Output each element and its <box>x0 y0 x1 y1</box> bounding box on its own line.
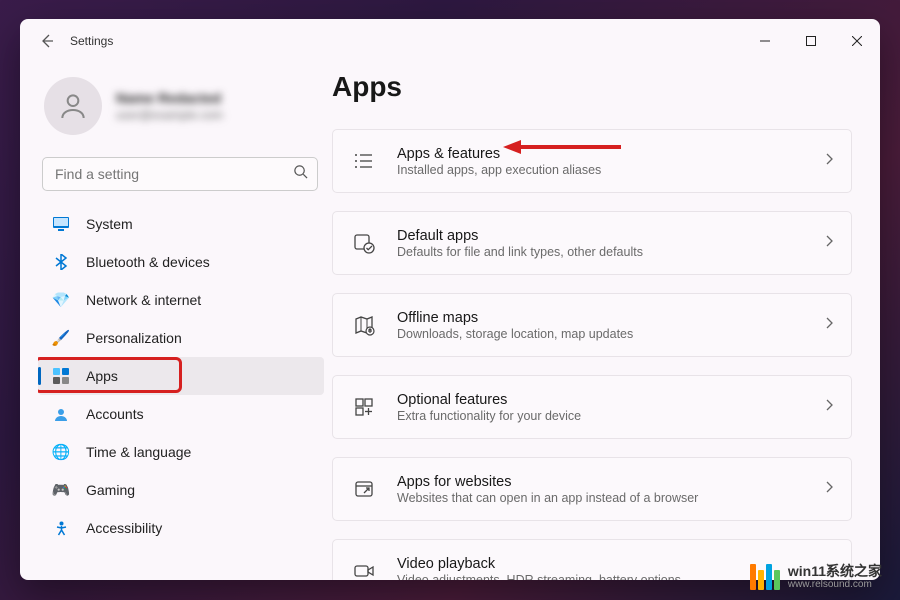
card-title: Offline maps <box>397 310 825 326</box>
card-text: Apps for websites Websites that can open… <box>397 474 825 505</box>
profile-block[interactable]: Name Redacted user@example.com <box>38 73 326 151</box>
sidebar-item-accessibility[interactable]: Accessibility <box>38 509 324 547</box>
accessibility-icon <box>52 519 70 537</box>
settings-window: Settings Name Redacted user@example.com <box>20 19 880 580</box>
wifi-icon: 💎 <box>52 291 70 309</box>
chevron-right-icon <box>825 234 833 252</box>
card-optional-features[interactable]: Optional features Extra functionality fo… <box>332 375 852 439</box>
map-icon <box>351 312 377 338</box>
watermark: win11系统之家 www.relsound.com <box>750 564 882 590</box>
apps-icon <box>52 367 70 385</box>
bluetooth-icon <box>52 253 70 271</box>
sidebar-item-time[interactable]: 🌐 Time & language <box>38 433 324 471</box>
search-input[interactable] <box>42 157 318 191</box>
accounts-icon <box>52 405 70 423</box>
card-text: Default apps Defaults for file and link … <box>397 228 825 259</box>
sidebar-item-label: Gaming <box>86 482 135 498</box>
card-subtitle: Websites that can open in an app instead… <box>397 491 825 505</box>
chevron-right-icon <box>825 480 833 498</box>
globe-clock-icon: 🌐 <box>52 443 70 461</box>
card-title: Apps & features <box>397 146 825 162</box>
monitor-icon <box>52 215 70 233</box>
content-area: Apps Apps & features Installed apps, app… <box>332 63 880 580</box>
maximize-icon <box>806 36 816 46</box>
sidebar-item-accounts[interactable]: Accounts <box>38 395 324 433</box>
chevron-right-icon <box>825 398 833 416</box>
minimize-icon <box>760 36 770 46</box>
card-subtitle: Downloads, storage location, map updates <box>397 327 825 341</box>
sidebar: Name Redacted user@example.com System Bl… <box>20 63 332 580</box>
window-body: Name Redacted user@example.com System Bl… <box>20 63 880 580</box>
apps-websites-icon <box>351 476 377 502</box>
sidebar-item-label: Accounts <box>86 406 144 422</box>
chevron-right-icon <box>825 316 833 334</box>
card-subtitle: Extra functionality for your device <box>397 409 825 423</box>
search-wrap <box>42 157 318 191</box>
profile-name: Name Redacted <box>116 90 223 106</box>
card-text: Optional features Extra functionality fo… <box>397 392 825 423</box>
window-controls <box>742 25 880 57</box>
titlebar: Settings <box>20 19 880 63</box>
card-title: Default apps <box>397 228 825 244</box>
back-arrow-icon <box>39 33 55 49</box>
sidebar-item-label: System <box>86 216 133 232</box>
settings-cards: Apps & features Installed apps, app exec… <box>332 129 852 580</box>
card-title: Optional features <box>397 392 825 408</box>
maximize-button[interactable] <box>788 25 834 57</box>
card-offline-maps[interactable]: Offline maps Downloads, storage location… <box>332 293 852 357</box>
sidebar-item-gaming[interactable]: 🎮 Gaming <box>38 471 324 509</box>
page-title: Apps <box>332 71 852 103</box>
watermark-text: win11系统之家 <box>788 564 882 579</box>
sidebar-item-label: Bluetooth & devices <box>86 254 210 270</box>
minimize-button[interactable] <box>742 25 788 57</box>
person-icon <box>57 90 89 122</box>
chevron-right-icon <box>825 152 833 170</box>
sidebar-item-label: Accessibility <box>86 520 162 536</box>
close-icon <box>852 36 862 46</box>
sidebar-item-bluetooth[interactable]: Bluetooth & devices <box>38 243 324 281</box>
list-icon <box>351 148 377 174</box>
paintbrush-icon: 🖌️ <box>52 329 70 347</box>
window-title: Settings <box>70 34 113 48</box>
watermark-url: www.relsound.com <box>788 579 882 590</box>
profile-text: Name Redacted user@example.com <box>116 90 223 122</box>
card-text: Apps & features Installed apps, app exec… <box>397 146 825 177</box>
avatar <box>44 77 102 135</box>
nav-list: System Bluetooth & devices 💎 Network & i… <box>38 205 326 580</box>
optional-features-icon <box>351 394 377 420</box>
card-title: Apps for websites <box>397 474 825 490</box>
card-default-apps[interactable]: Default apps Defaults for file and link … <box>332 211 852 275</box>
watermark-logo <box>750 564 780 590</box>
video-icon <box>351 558 377 580</box>
default-apps-icon <box>351 230 377 256</box>
close-button[interactable] <box>834 25 880 57</box>
gamepad-icon: 🎮 <box>52 481 70 499</box>
sidebar-item-label: Apps <box>86 368 118 384</box>
card-subtitle: Defaults for file and link types, other … <box>397 245 825 259</box>
card-subtitle: Installed apps, app execution aliases <box>397 163 825 177</box>
sidebar-item-label: Personalization <box>86 330 182 346</box>
sidebar-item-apps[interactable]: Apps <box>38 357 324 395</box>
sidebar-item-network[interactable]: 💎 Network & internet <box>38 281 324 319</box>
sidebar-item-system[interactable]: System <box>38 205 324 243</box>
profile-email: user@example.com <box>116 108 223 122</box>
card-apps-websites[interactable]: Apps for websites Websites that can open… <box>332 457 852 521</box>
card-apps-features[interactable]: Apps & features Installed apps, app exec… <box>332 129 852 193</box>
back-button[interactable] <box>30 24 64 58</box>
sidebar-item-label: Network & internet <box>86 292 201 308</box>
card-text: Offline maps Downloads, storage location… <box>397 310 825 341</box>
sidebar-item-label: Time & language <box>86 444 191 460</box>
sidebar-item-personalization[interactable]: 🖌️ Personalization <box>38 319 324 357</box>
